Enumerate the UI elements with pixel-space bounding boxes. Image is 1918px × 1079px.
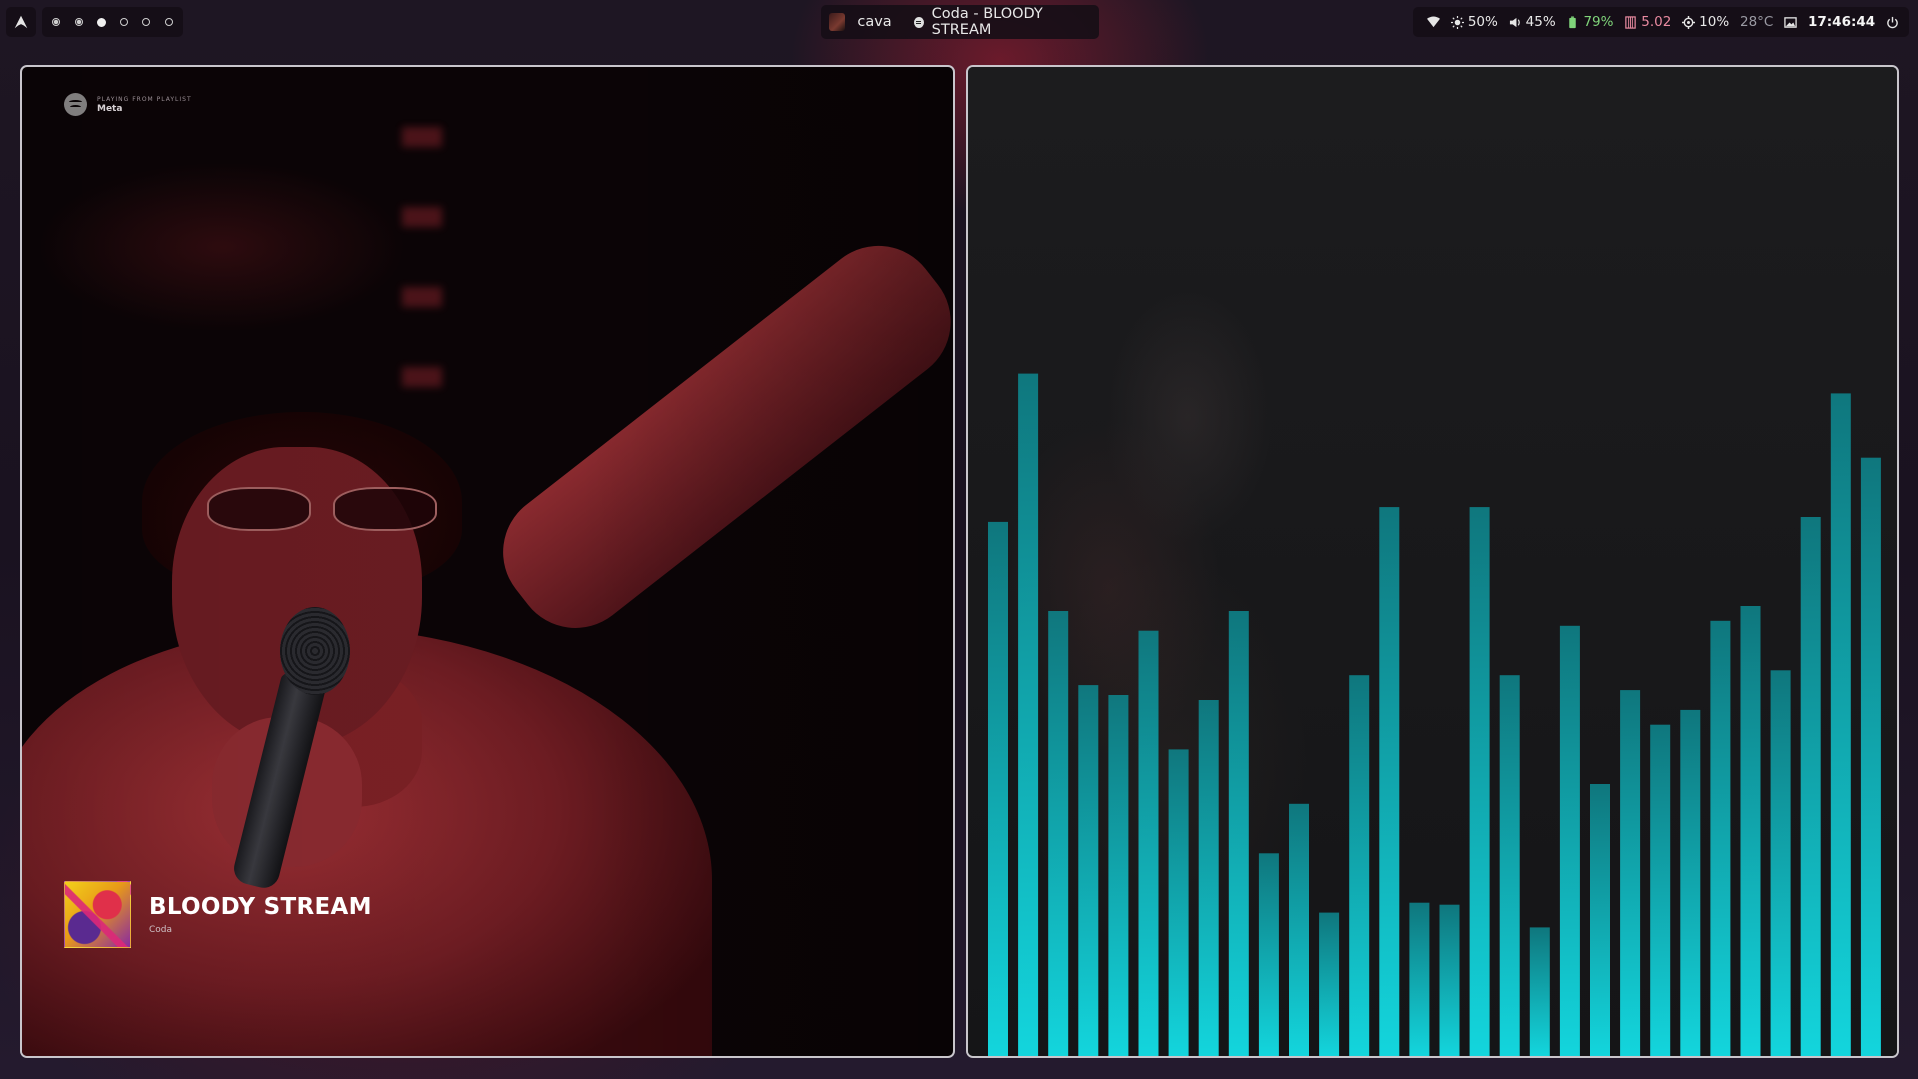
power-icon	[1887, 16, 1898, 28]
workspace-dot-icon	[96, 17, 106, 27]
visualizer-bar-16	[1439, 904, 1460, 1056]
media-now-playing[interactable]: Coda - BLOODY STREAM	[932, 6, 1091, 38]
workspace-dot-icon	[119, 18, 128, 26]
clock[interactable]: 17:46:44	[1808, 14, 1875, 30]
visualizer-bar-9	[1228, 611, 1249, 1056]
now-playing: BLOODY STREAM Coda	[64, 881, 372, 948]
visualizer-bar-10	[1258, 853, 1279, 1056]
wifi-status[interactable]	[1427, 15, 1440, 29]
visualizer-bar-14	[1379, 507, 1400, 1056]
cava-window[interactable]	[966, 65, 1899, 1058]
spotify-window[interactable]: PLAYING FROM PLAYLIST Meta BLOODY STREAM…	[20, 65, 955, 1058]
active-window-title[interactable]: cava	[857, 14, 891, 30]
visualizer-bar-1	[988, 521, 1008, 1056]
memory-value: 5.02	[1641, 14, 1672, 30]
visualizer-bar-7	[1168, 749, 1189, 1056]
visualizer-bar-30	[1860, 457, 1881, 1056]
wallpaper-status[interactable]	[1784, 16, 1797, 29]
visualizer-bar-6	[1138, 630, 1159, 1056]
workspace-dot-icon	[142, 18, 151, 26]
volume-value: 45%	[1525, 14, 1556, 30]
wifi-icon	[1427, 15, 1440, 27]
brightness-status[interactable]: 50%	[1450, 14, 1498, 30]
workspace-1-button[interactable]	[48, 14, 64, 30]
memory-icon	[1625, 15, 1637, 29]
workspace-switcher	[42, 7, 183, 37]
album-cover[interactable]	[64, 881, 131, 948]
visualizer-bar-27	[1770, 670, 1791, 1056]
visualizer-bar-12	[1319, 912, 1340, 1056]
spotify-icon	[913, 16, 924, 28]
status-bar: 50% 45% 79% 5.02 10% 28°C 17:46:44	[1413, 7, 1909, 37]
workspace-dot-icon	[52, 18, 60, 26]
track-artist[interactable]: Coda	[149, 925, 372, 935]
memory-status[interactable]: 5.02	[1624, 14, 1671, 30]
arch-logo-icon	[14, 15, 28, 29]
visualizer-bar-21	[1590, 784, 1610, 1056]
visualizer-bar-20	[1559, 625, 1580, 1056]
workspace-4-button[interactable]	[116, 14, 132, 30]
brightness-value: 50%	[1467, 14, 1498, 30]
visualizer-bar-3	[1048, 611, 1069, 1056]
battery-icon	[1569, 15, 1577, 28]
battery-value: 79%	[1583, 14, 1614, 30]
workspace-dot-icon	[74, 18, 83, 26]
visualizer-bar-11	[1289, 803, 1309, 1056]
visualizer-bar-23	[1650, 724, 1671, 1056]
clock-time: 17:46:44	[1807, 14, 1876, 30]
volume-icon	[1509, 17, 1520, 27]
visualizer-bar-19	[1529, 927, 1550, 1056]
launcher-button[interactable]	[6, 7, 36, 37]
visualizer-bar-4	[1078, 685, 1099, 1056]
playlist-header[interactable]: PLAYING FROM PLAYLIST Meta	[64, 93, 192, 116]
image-icon	[1784, 16, 1797, 28]
visualizer-bar-25	[1710, 620, 1731, 1056]
cpu-value: 10%	[1699, 14, 1730, 30]
visualizer-bar-15	[1409, 902, 1430, 1056]
visualizer-bar-17	[1469, 507, 1490, 1056]
visualizer-bar-13	[1349, 675, 1370, 1056]
temperature-value: 28°C	[1740, 14, 1774, 30]
cpu-icon	[1682, 15, 1696, 29]
visualizer-bar-8	[1198, 700, 1219, 1056]
visualizer-bar-28	[1800, 517, 1821, 1056]
brightness-icon	[1450, 15, 1464, 29]
power-button[interactable]	[1886, 16, 1899, 29]
visualizer-bar-18	[1499, 675, 1520, 1056]
visualizer-bar-29	[1830, 393, 1851, 1056]
playlist-kicker: PLAYING FROM PLAYLIST	[97, 95, 192, 103]
workspace-6-button[interactable]	[161, 14, 177, 30]
workspace-dot-icon	[164, 18, 173, 26]
volume-status[interactable]: 45%	[1509, 14, 1556, 30]
cpu-status[interactable]: 10%	[1682, 14, 1729, 30]
spotify-logo-icon	[64, 93, 87, 116]
workspace-2-button[interactable]	[71, 14, 87, 30]
playlist-name[interactable]: Meta	[97, 104, 192, 114]
cava-app-icon	[829, 13, 846, 31]
visualizer-bar-5	[1108, 695, 1129, 1056]
visualizer-bar-2	[1018, 373, 1039, 1056]
workspace-3-button[interactable]	[93, 14, 109, 30]
temperature-status[interactable]: 28°C	[1740, 14, 1773, 30]
battery-status[interactable]: 79%	[1566, 14, 1613, 30]
visualizer-bar-24	[1680, 709, 1701, 1056]
visualizer-bar-22	[1620, 690, 1641, 1056]
audio-visualizer	[988, 373, 1881, 1056]
track-title[interactable]: BLOODY STREAM	[149, 894, 372, 920]
visualizer-bar-26	[1740, 606, 1761, 1056]
workspace-5-button[interactable]	[138, 14, 154, 30]
window-title-bar: cava Coda - BLOODY STREAM	[821, 5, 1099, 39]
